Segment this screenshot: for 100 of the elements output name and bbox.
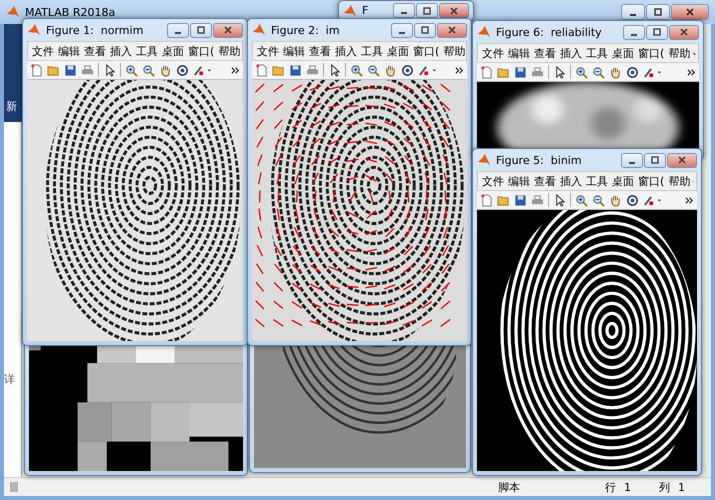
menu-item[interactable]: 桌面 bbox=[610, 46, 636, 60]
folder-icon[interactable] bbox=[272, 64, 285, 76]
close-button[interactable] bbox=[671, 4, 709, 20]
zoom-in-icon[interactable] bbox=[575, 66, 588, 78]
more-icon[interactable] bbox=[231, 66, 240, 74]
menu-item[interactable]: 文件 bbox=[480, 174, 506, 188]
minimize-button[interactable] bbox=[167, 22, 189, 38]
maximize-button[interactable] bbox=[190, 22, 212, 38]
window-title: MATLAB R2018a bbox=[25, 6, 116, 18]
menu-item[interactable]: 文件 bbox=[30, 44, 56, 58]
zoom-out-icon[interactable] bbox=[592, 66, 605, 78]
menu-item[interactable]: 查看 bbox=[82, 44, 108, 58]
printer-icon[interactable] bbox=[306, 64, 319, 76]
panel-label: 详 bbox=[4, 372, 15, 387]
maximize-button[interactable] bbox=[414, 22, 436, 38]
new-label[interactable]: 新 bbox=[6, 99, 17, 114]
hand-icon[interactable] bbox=[159, 64, 172, 76]
window-title: Figure 2: im bbox=[271, 24, 340, 36]
menu-item[interactable]: 窗口( bbox=[411, 44, 442, 58]
more-icon[interactable] bbox=[687, 68, 696, 76]
menu-item[interactable]: 插入 bbox=[558, 46, 584, 60]
save-icon[interactable] bbox=[514, 194, 527, 206]
maximize-button[interactable] bbox=[646, 4, 670, 20]
folder-icon[interactable] bbox=[497, 194, 510, 206]
minimize-button[interactable] bbox=[391, 22, 413, 38]
new-file-icon[interactable] bbox=[30, 64, 43, 76]
close-icon bbox=[679, 27, 689, 37]
folder-icon[interactable] bbox=[47, 64, 60, 76]
menu-item[interactable]: 窗口( bbox=[636, 46, 666, 60]
column-number: 1 bbox=[678, 480, 685, 494]
close-button[interactable] bbox=[667, 152, 697, 168]
menu-item[interactable]: 查看 bbox=[307, 44, 333, 58]
menu-item[interactable]: 工具 bbox=[134, 44, 160, 58]
menu-item[interactable]: 桌面 bbox=[610, 174, 636, 188]
folder-icon[interactable] bbox=[497, 66, 510, 78]
menu-item[interactable]: 工具 bbox=[584, 174, 610, 188]
save-icon[interactable] bbox=[514, 66, 527, 78]
maximize-icon bbox=[650, 155, 660, 165]
save-icon[interactable] bbox=[64, 64, 77, 76]
close-button[interactable] bbox=[669, 24, 699, 40]
printer-icon[interactable] bbox=[531, 194, 544, 206]
brush-icon[interactable] bbox=[643, 66, 663, 78]
maximize-button[interactable] bbox=[416, 3, 438, 18]
menu-item[interactable]: 查看 bbox=[532, 46, 558, 60]
menu-item[interactable]: 帮助 bbox=[441, 44, 468, 58]
minimize-button[interactable] bbox=[393, 3, 415, 18]
menu-item[interactable]: 插入 bbox=[558, 174, 584, 188]
maximize-button[interactable] bbox=[644, 152, 666, 168]
close-button[interactable] bbox=[213, 22, 243, 38]
menu-item[interactable]: 工具 bbox=[359, 44, 385, 58]
new-file-icon[interactable] bbox=[480, 66, 493, 78]
menu-item[interactable]: 编辑 bbox=[281, 44, 307, 58]
hand-icon[interactable] bbox=[384, 64, 397, 76]
menu-item[interactable]: 帮助 bbox=[216, 44, 242, 58]
zoom-in-icon[interactable] bbox=[125, 64, 138, 76]
zoom-out-icon[interactable] bbox=[367, 64, 380, 76]
menu-item[interactable]: 查看 bbox=[532, 174, 558, 188]
menu-item[interactable]: 帮助 bbox=[666, 174, 692, 188]
menu-item[interactable]: 编辑 bbox=[56, 44, 82, 58]
zoom-in-icon[interactable] bbox=[575, 194, 588, 206]
minimize-icon bbox=[401, 12, 407, 14]
menu-item[interactable]: 帮助 bbox=[666, 46, 692, 60]
brush-icon[interactable] bbox=[418, 64, 438, 76]
menu-item[interactable]: 插入 bbox=[333, 44, 359, 58]
more-icon[interactable] bbox=[455, 66, 464, 74]
menu-item[interactable]: 编辑 bbox=[506, 174, 532, 188]
hand-icon[interactable] bbox=[609, 66, 622, 78]
close-icon bbox=[449, 6, 459, 16]
maximize-button[interactable] bbox=[646, 24, 668, 40]
status-mode: 脚本 bbox=[498, 480, 520, 494]
minimize-button[interactable] bbox=[621, 152, 643, 168]
menu-item[interactable]: 窗口( bbox=[636, 174, 666, 188]
zoom-out-icon[interactable] bbox=[592, 194, 605, 206]
window-title: Figure 1: normim bbox=[46, 24, 144, 36]
minimize-button[interactable] bbox=[623, 24, 645, 40]
maximize-icon bbox=[196, 25, 206, 35]
menu-item[interactable]: 桌面 bbox=[160, 44, 186, 58]
brush-icon[interactable] bbox=[643, 194, 663, 206]
menu-item[interactable]: 插入 bbox=[108, 44, 134, 58]
minimize-icon bbox=[399, 32, 405, 34]
new-file-icon[interactable] bbox=[480, 194, 493, 206]
menu-item[interactable]: 窗口( bbox=[186, 44, 216, 58]
zoom-in-icon[interactable] bbox=[350, 64, 363, 76]
close-button[interactable] bbox=[437, 22, 467, 38]
printer-icon[interactable] bbox=[531, 66, 544, 78]
more-icon[interactable] bbox=[685, 196, 694, 204]
zoom-out-icon[interactable] bbox=[142, 64, 155, 76]
menu-item[interactable]: 文件 bbox=[255, 44, 281, 58]
save-icon[interactable] bbox=[289, 64, 302, 76]
new-file-icon[interactable] bbox=[255, 64, 268, 76]
menu-item[interactable]: 工具 bbox=[584, 46, 610, 60]
printer-icon[interactable] bbox=[81, 64, 94, 76]
minimize-button[interactable] bbox=[621, 4, 645, 20]
matlab-logo-icon bbox=[6, 5, 20, 19]
menu-item[interactable]: 桌面 bbox=[385, 44, 411, 58]
menu-item[interactable]: 文件 bbox=[480, 46, 506, 60]
close-button[interactable] bbox=[439, 3, 469, 18]
menu-item[interactable]: 编辑 bbox=[506, 46, 532, 60]
brush-icon[interactable] bbox=[193, 64, 213, 76]
hand-icon[interactable] bbox=[609, 194, 622, 206]
